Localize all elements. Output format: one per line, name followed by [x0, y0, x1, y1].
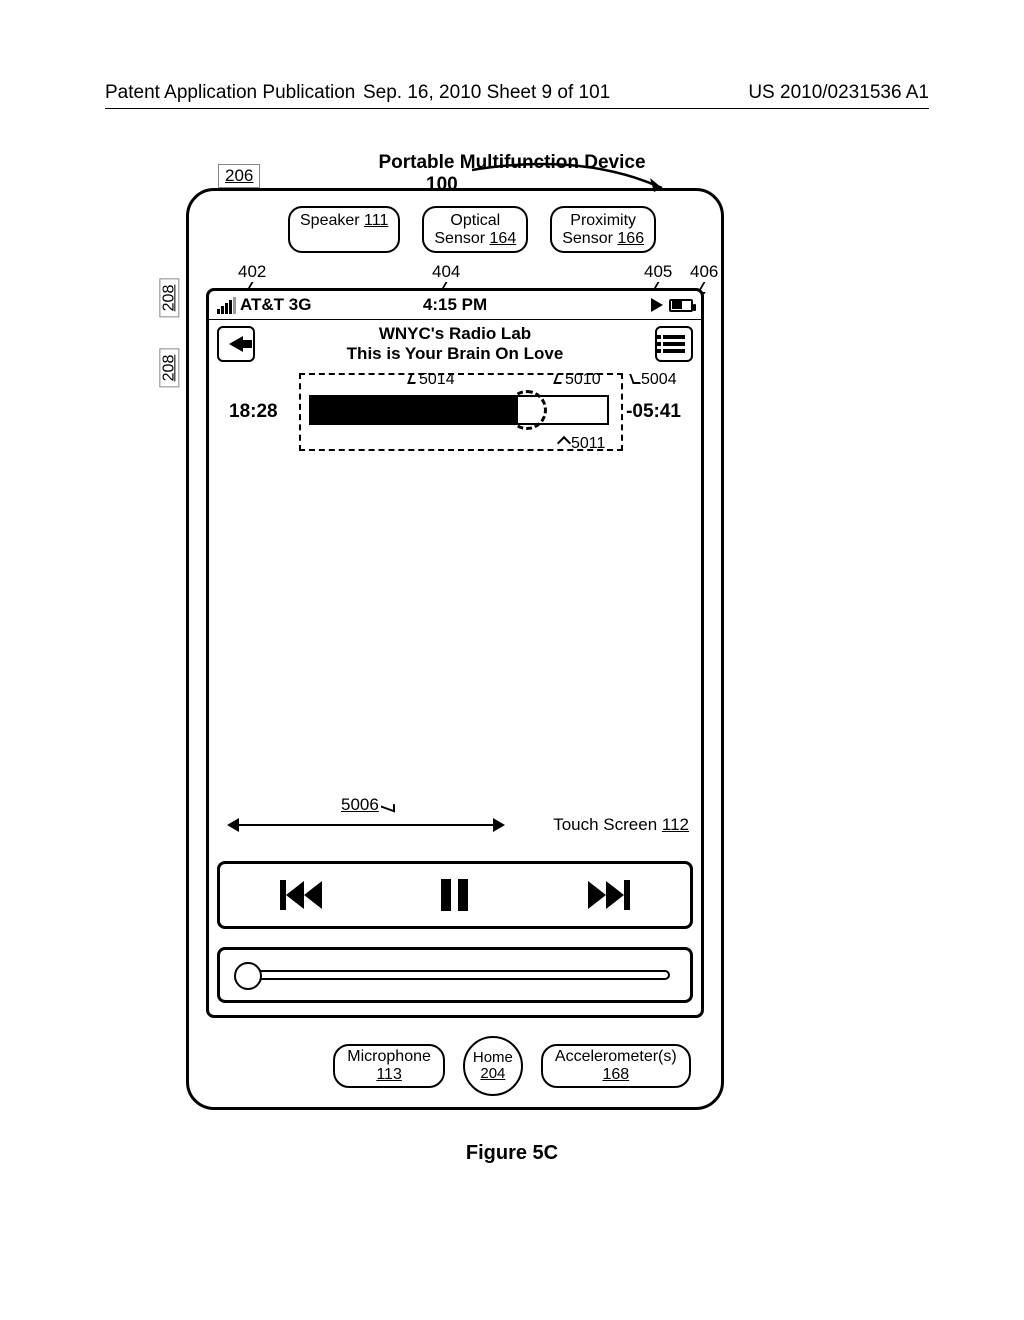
ref-405: 405	[644, 262, 672, 282]
touch-screen[interactable]: AT&T 3G 4:15 PM WNYC's Radio Lab This is…	[206, 288, 704, 1018]
home-label: Home	[473, 1050, 513, 1066]
ref-5010: 5010	[555, 371, 601, 389]
volume-slider[interactable]	[217, 947, 693, 1003]
page-header: Patent Application Publication Sep. 16, …	[105, 82, 929, 109]
prox-l1: Proximity	[562, 212, 644, 230]
microphone-box: Microphone 113	[333, 1044, 445, 1087]
time-remaining: -05:41	[626, 401, 681, 423]
ref-208-a: 208	[159, 279, 179, 318]
proximity-sensor-box: Proximity Sensor 166	[550, 206, 656, 253]
nav-title: WNYC's Radio Lab This is Your Brain On L…	[255, 324, 655, 363]
touch-screen-label: Touch Screen 112	[553, 815, 689, 835]
ref-5014: 5014	[409, 371, 455, 389]
ref-206: 206	[218, 164, 260, 188]
pub-number: US 2010/0231536 A1	[748, 82, 929, 104]
pub-date-sheet: Sep. 16, 2010 Sheet 9 of 101	[363, 82, 610, 104]
playback-controls	[217, 861, 693, 929]
scrub-fill	[311, 397, 518, 423]
mic-label: Microphone	[347, 1048, 431, 1066]
prox-l2: Sensor	[562, 230, 613, 247]
prox-num: 166	[617, 230, 644, 247]
arrow-5006	[227, 815, 505, 835]
optical-sensor-box: Optical Sensor 164	[422, 206, 528, 253]
acc-label: Accelerometer(s)	[555, 1048, 677, 1066]
optical-l2: Sensor	[434, 230, 485, 247]
home-num: 204	[480, 1066, 505, 1082]
pub-label: Patent Application Publication	[105, 82, 355, 103]
scrubber-area: 18:28 -05:41 5014 5010 5004 5011	[209, 367, 701, 463]
signal-icon	[217, 297, 236, 314]
status-time: 4:15 PM	[423, 295, 487, 315]
pause-button[interactable]	[441, 879, 468, 911]
accelerometer-box: Accelerometer(s) 168	[541, 1044, 691, 1087]
time-elapsed: 18:28	[229, 401, 278, 423]
ref-406: 406	[690, 262, 718, 282]
back-arrow-icon	[229, 336, 243, 352]
acc-num: 168	[602, 1066, 629, 1083]
carrier-label: AT&T 3G	[240, 295, 311, 315]
ref-402: 402	[238, 262, 266, 282]
speaker-label: Speaker	[300, 212, 360, 229]
ref-404: 404	[432, 262, 460, 282]
battery-icon	[669, 299, 693, 312]
mic-num: 113	[376, 1066, 402, 1083]
figure-label: Figure 5C	[0, 1142, 1024, 1165]
ref-5004: 5004	[631, 371, 677, 389]
scrub-handle[interactable]	[507, 390, 547, 430]
speaker-box: Speaker 111	[288, 206, 400, 253]
ref-5006: 5006	[341, 795, 395, 815]
play-indicator-icon	[651, 298, 663, 312]
speaker-num: 111	[364, 212, 388, 229]
back-button[interactable]	[217, 326, 255, 362]
nav-title-1: WNYC's Radio Lab	[255, 324, 655, 344]
nav-row: WNYC's Radio Lab This is Your Brain On L…	[209, 319, 701, 367]
device-title: Portable Multifunction Device	[0, 152, 1024, 174]
nav-title-2: This is Your Brain On Love	[255, 344, 655, 364]
list-button[interactable]	[655, 326, 693, 362]
bottom-hardware-row: Microphone 113 Home 204 Accelerometer(s)…	[0, 1036, 1024, 1096]
volume-track	[240, 970, 670, 980]
previous-button[interactable]	[280, 880, 322, 910]
status-bar: AT&T 3G 4:15 PM	[209, 291, 701, 319]
optical-num: 164	[490, 230, 517, 247]
ref-208-b: 208	[159, 349, 179, 388]
next-button[interactable]	[588, 880, 630, 910]
ref-5011: 5011	[559, 435, 605, 453]
volume-knob[interactable]	[234, 962, 262, 990]
home-button[interactable]: Home 204	[463, 1036, 523, 1096]
scrub-bar[interactable]	[309, 395, 609, 425]
optical-l1: Optical	[434, 212, 516, 230]
top-sensors: Speaker 111 Optical Sensor 164 Proximity…	[288, 206, 656, 253]
